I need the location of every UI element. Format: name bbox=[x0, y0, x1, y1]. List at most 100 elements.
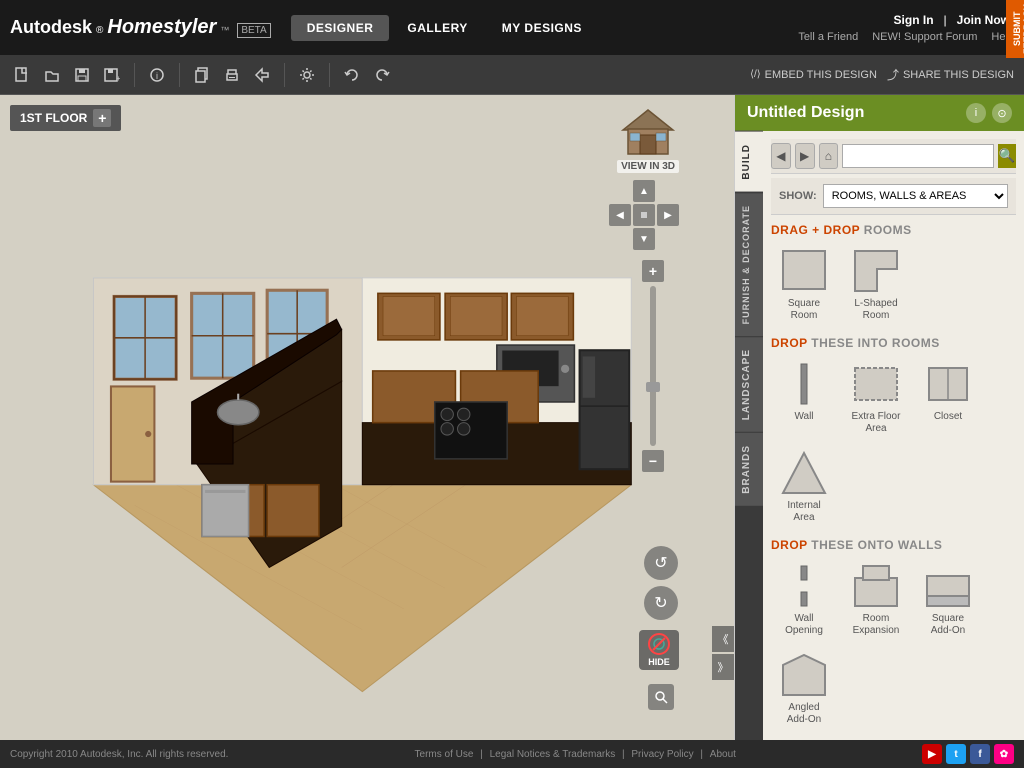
gallery-nav-btn[interactable]: GALLERY bbox=[391, 15, 483, 41]
square-room-label: SquareRoom bbox=[788, 298, 820, 322]
pan-up-button[interactable]: ▲ bbox=[633, 180, 655, 202]
show-select[interactable]: ROOMS, WALLS & AREAS bbox=[823, 184, 1008, 208]
view-3d-label: VIEW IN 3D bbox=[617, 160, 679, 173]
new-file-icon[interactable] bbox=[10, 63, 34, 87]
toolbar-divider-1 bbox=[134, 63, 135, 87]
room-expansion-tile[interactable]: RoomExpansion bbox=[843, 558, 909, 641]
design-title: Untitled Design bbox=[747, 104, 864, 122]
show-bar: SHOW: ROOMS, WALLS & AREAS bbox=[771, 178, 1016, 215]
l-shaped-room-tile[interactable]: L-ShapedRoom bbox=[843, 243, 909, 326]
collapse-up-button[interactable]: 《 bbox=[712, 626, 734, 652]
about-link[interactable]: About bbox=[710, 749, 736, 760]
floor-indicator: 1ST FLOOR + bbox=[10, 105, 121, 131]
settings-icon[interactable] bbox=[295, 63, 319, 87]
zoom-slider-track[interactable] bbox=[650, 286, 656, 446]
design-title-bar: Untitled Design i ⊙ bbox=[735, 95, 1024, 131]
share-small-icon[interactable] bbox=[250, 63, 274, 87]
nav-forward-button[interactable]: ▶ bbox=[795, 143, 815, 169]
rooms-header-prefix: DRAG + DROP bbox=[771, 223, 860, 237]
open-file-icon[interactable] bbox=[40, 63, 64, 87]
into-rooms-header-prefix: DROP bbox=[771, 336, 807, 350]
square-addon-shape bbox=[919, 562, 977, 610]
view-3d-button[interactable]: VIEW IN 3D bbox=[617, 105, 679, 173]
undo-icon[interactable] bbox=[340, 63, 364, 87]
hide-button-container: HIDE bbox=[639, 630, 679, 670]
twitter-icon[interactable]: t bbox=[946, 744, 966, 764]
sign-in-area: Sign In | Join Now! bbox=[894, 13, 1014, 27]
youtube-icon[interactable]: ▶ bbox=[922, 744, 942, 764]
terms-link[interactable]: Terms of Use bbox=[415, 749, 474, 760]
angled-addon-label: AngledAdd-On bbox=[787, 702, 821, 726]
internal-area-shape bbox=[775, 449, 833, 497]
logo-tm: ™ bbox=[220, 25, 229, 35]
rotate-ccw-button[interactable]: ↺ bbox=[644, 546, 678, 580]
direction-pad: ▲ ▼ ◀ ▶ bbox=[609, 180, 679, 250]
my-designs-nav-btn[interactable]: MY DESIGNS bbox=[486, 15, 598, 41]
tell-friend-link[interactable]: Tell a Friend bbox=[798, 31, 858, 43]
feedback-tab[interactable]: SUBMIT FEEDBACK bbox=[1006, 0, 1024, 58]
share-design-btn[interactable]: ⤴ SHARE THIS DESIGN bbox=[887, 66, 1014, 83]
flickr-icon[interactable]: ✿ bbox=[994, 744, 1014, 764]
pan-center bbox=[633, 204, 655, 226]
wall-tile[interactable]: Wall bbox=[771, 356, 837, 439]
furnish-decorate-tab[interactable]: FURNISH & DECORATE bbox=[735, 192, 763, 336]
panel-side-tabs: BUILD FURNISH & DECORATE LANDSCAPE BRAND… bbox=[735, 131, 763, 740]
internal-area-tile[interactable]: InternalArea bbox=[771, 445, 837, 528]
pan-down-button[interactable]: ▼ bbox=[633, 228, 655, 250]
rotate-cw-button[interactable]: ↻ bbox=[644, 586, 678, 620]
wall-opening-tile[interactable]: WallOpening bbox=[771, 558, 837, 641]
panel-search-input[interactable] bbox=[842, 144, 994, 168]
info-icon[interactable]: i bbox=[145, 63, 169, 87]
into-rooms-section-header: DROP THESE INTO ROOMS bbox=[771, 336, 1016, 350]
facebook-icon[interactable]: f bbox=[970, 744, 990, 764]
save-as-icon[interactable]: + bbox=[100, 63, 124, 87]
house-3d-icon bbox=[618, 105, 678, 160]
closet-shape bbox=[919, 360, 977, 408]
zoom-out-button[interactable]: − bbox=[642, 450, 664, 472]
panel-search-button[interactable]: 🔍 bbox=[998, 144, 1016, 168]
zoom-slider-thumb[interactable] bbox=[646, 382, 660, 392]
nav-back-button[interactable]: ◀ bbox=[771, 143, 791, 169]
canvas-area[interactable]: 1ST FLOOR + bbox=[0, 95, 734, 740]
logo-registered: ® bbox=[96, 25, 103, 36]
directional-controls: ▲ ▼ ◀ ▶ bbox=[609, 180, 679, 250]
main-content: 1ST FLOOR + bbox=[0, 95, 1024, 740]
add-floor-button[interactable]: + bbox=[93, 109, 111, 127]
logo-homestyler: Homestyler bbox=[107, 16, 216, 39]
landscape-tab[interactable]: LANDSCAPE bbox=[735, 336, 763, 432]
collapse-down-button[interactable]: 》 bbox=[712, 654, 734, 680]
copy-icon[interactable] bbox=[190, 63, 214, 87]
hide-button[interactable]: HIDE bbox=[639, 630, 679, 670]
designer-nav-btn[interactable]: DESIGNER bbox=[291, 15, 390, 41]
zoom-controls: + − bbox=[642, 260, 664, 472]
title-info-button[interactable]: i bbox=[966, 103, 986, 123]
kitchen-svg bbox=[12, 133, 692, 733]
privacy-link[interactable]: Privacy Policy bbox=[631, 749, 693, 760]
zoom-in-button[interactable]: + bbox=[642, 260, 664, 282]
pan-left-button[interactable]: ◀ bbox=[609, 204, 631, 226]
legal-link[interactable]: Legal Notices & Trademarks bbox=[490, 749, 616, 760]
title-menu-button[interactable]: ⊙ bbox=[992, 103, 1012, 123]
sign-in-link[interactable]: Sign In bbox=[894, 13, 934, 27]
nav-home-button[interactable]: ⌂ bbox=[819, 143, 839, 169]
support-forum-link[interactable]: NEW! Support Forum bbox=[872, 31, 977, 43]
closet-tile[interactable]: Closet bbox=[915, 356, 981, 439]
angled-addon-tile[interactable]: AngledAdd-On bbox=[771, 647, 837, 730]
extra-floor-area-tile[interactable]: Extra FloorArea bbox=[843, 356, 909, 439]
square-addon-tile[interactable]: SquareAdd-On bbox=[915, 558, 981, 641]
embed-share-area: ⟨/⟩ EMBED THIS DESIGN ⤴ SHARE THIS DESIG… bbox=[750, 66, 1014, 83]
logo-autodesk: Autodesk bbox=[10, 17, 92, 38]
save-icon[interactable] bbox=[70, 63, 94, 87]
hide-label: HIDE bbox=[648, 657, 670, 667]
magnify-button[interactable] bbox=[648, 684, 674, 710]
brands-tab[interactable]: BRANDS bbox=[735, 432, 763, 506]
print-icon[interactable] bbox=[220, 63, 244, 87]
panel-nav-controls: ◀ ▶ ⌂ 🔍 bbox=[771, 139, 1016, 174]
pan-right-button[interactable]: ▶ bbox=[657, 204, 679, 226]
toolbar-divider-3 bbox=[284, 63, 285, 87]
svg-text:+: + bbox=[116, 74, 120, 83]
build-tab[interactable]: BUILD bbox=[735, 131, 763, 192]
redo-icon[interactable] bbox=[370, 63, 394, 87]
square-room-tile[interactable]: SquareRoom bbox=[771, 243, 837, 326]
embed-design-btn[interactable]: ⟨/⟩ EMBED THIS DESIGN bbox=[750, 66, 877, 83]
